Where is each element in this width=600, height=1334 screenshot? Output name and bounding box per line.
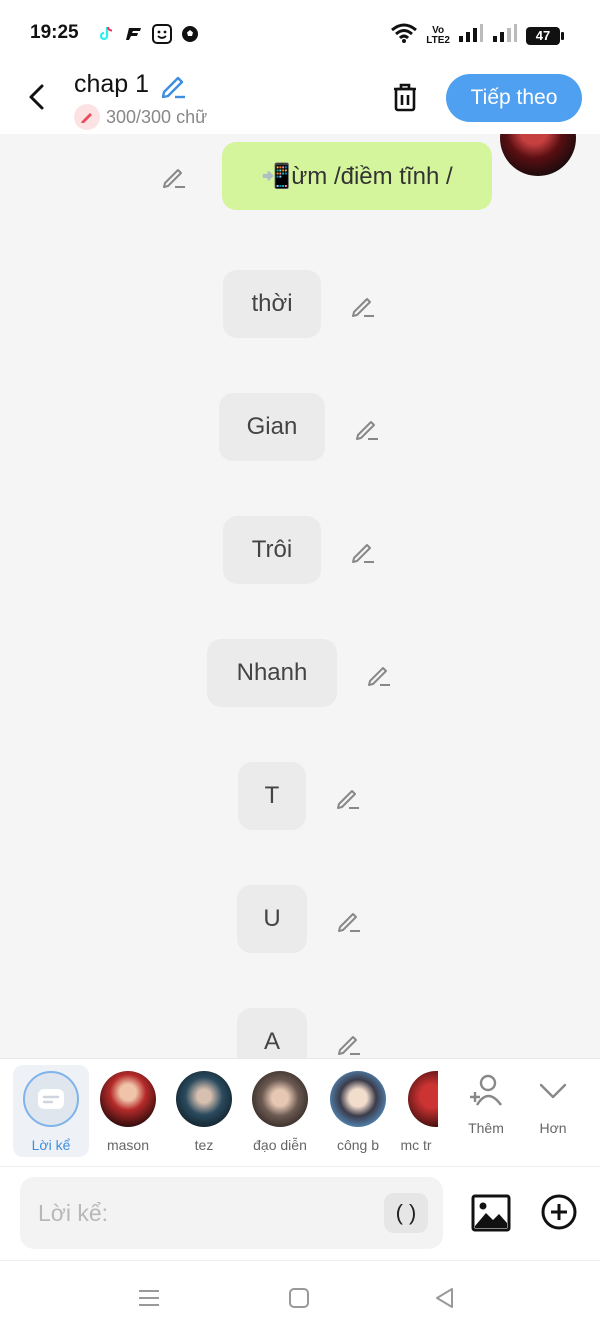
tiktok-icon xyxy=(96,24,116,44)
message-box-icon xyxy=(38,1089,64,1109)
edit-message-icon[interactable] xyxy=(335,1029,363,1057)
app-f-icon xyxy=(124,24,144,44)
avatar xyxy=(330,1071,386,1127)
avatar xyxy=(100,1071,156,1127)
char-count: 300/300 chữ xyxy=(74,104,207,130)
chevron-down-icon xyxy=(539,1083,567,1099)
action-bracket-button[interactable]: ( ) xyxy=(384,1193,428,1233)
character-mason[interactable]: mason xyxy=(90,1065,166,1157)
add-character-label: Thêm xyxy=(468,1120,504,1136)
back-icon[interactable] xyxy=(22,80,52,114)
system-nav-bar xyxy=(0,1260,600,1334)
narrator-avatar xyxy=(23,1071,79,1127)
message-bubble[interactable]: A xyxy=(237,1008,307,1058)
avatar xyxy=(252,1071,308,1127)
smile-app-icon xyxy=(152,24,172,44)
message-bubble[interactable]: 📲ừm /điềm tĩnh / xyxy=(222,142,492,210)
edit-title-icon[interactable] xyxy=(158,70,188,100)
status-right: Vo LTE2 47 xyxy=(390,22,564,49)
message-list: 📲ừm /điềm tĩnh / thời Gian Trôi Nhanh T … xyxy=(0,134,600,1058)
menu-icon[interactable] xyxy=(136,1285,162,1311)
message-bubble[interactable]: Nhanh xyxy=(207,639,337,707)
edit-message-icon[interactable] xyxy=(349,291,377,319)
trash-icon[interactable] xyxy=(388,80,422,114)
message-bubble[interactable]: T xyxy=(238,762,306,830)
char-count-label: 300/300 chữ xyxy=(106,106,208,127)
add-circle-icon[interactable] xyxy=(540,1193,578,1231)
compose-bar: ( ) xyxy=(0,1166,600,1261)
avatar xyxy=(408,1071,438,1127)
image-icon[interactable] xyxy=(470,1193,512,1233)
next-button[interactable]: Tiếp theo xyxy=(446,74,582,122)
edit-message-icon[interactable] xyxy=(334,783,362,811)
character-tez[interactable]: tez xyxy=(166,1065,242,1157)
football-icon xyxy=(180,24,200,44)
more-label: Hơn xyxy=(539,1120,567,1136)
status-bar: 19:25 Vo LTE2 47 xyxy=(0,0,600,66)
add-person-icon xyxy=(470,1074,502,1106)
character-mc[interactable]: mc tr xyxy=(394,1065,438,1157)
status-notification-icons xyxy=(96,24,200,44)
edit-message-icon[interactable] xyxy=(335,906,363,934)
chapter-title: chap 1 xyxy=(74,70,150,98)
narration-input[interactable] xyxy=(20,1177,443,1249)
message-bubble[interactable]: Gian xyxy=(219,393,325,461)
edit-message-icon[interactable] xyxy=(353,414,381,442)
add-character-button[interactable]: Thêm xyxy=(456,1071,516,1136)
home-icon[interactable] xyxy=(286,1285,312,1311)
edit-message-icon[interactable] xyxy=(365,660,393,688)
edit-message-icon[interactable] xyxy=(160,162,188,190)
avatar xyxy=(176,1071,232,1127)
character-cong-b[interactable]: công b xyxy=(320,1065,396,1157)
character-selector: Lời kể mason tez đạo diễn công b mc tr T… xyxy=(0,1058,600,1167)
back-nav-icon[interactable] xyxy=(432,1285,458,1311)
message-bubble[interactable]: thời xyxy=(223,270,321,338)
message-bubble[interactable]: Trôi xyxy=(223,516,321,584)
character-narrator[interactable]: Lời kể xyxy=(13,1065,89,1157)
battery-icon: 47 xyxy=(526,26,564,45)
pencil-badge-icon xyxy=(74,104,100,130)
signal-1-icon xyxy=(458,23,484,48)
avatar[interactable] xyxy=(500,134,576,176)
editor-header: chap 1 300/300 chữ Tiếp theo xyxy=(0,66,600,134)
edit-message-icon[interactable] xyxy=(349,537,377,565)
signal-2-icon xyxy=(492,23,518,48)
status-time: 19:25 xyxy=(30,22,79,43)
character-director[interactable]: đạo diễn xyxy=(242,1065,318,1157)
wifi-icon xyxy=(390,22,418,49)
volte-indicator: Vo LTE2 xyxy=(426,24,450,46)
more-button[interactable]: Hơn xyxy=(523,1071,583,1136)
message-bubble[interactable]: U xyxy=(237,885,307,953)
